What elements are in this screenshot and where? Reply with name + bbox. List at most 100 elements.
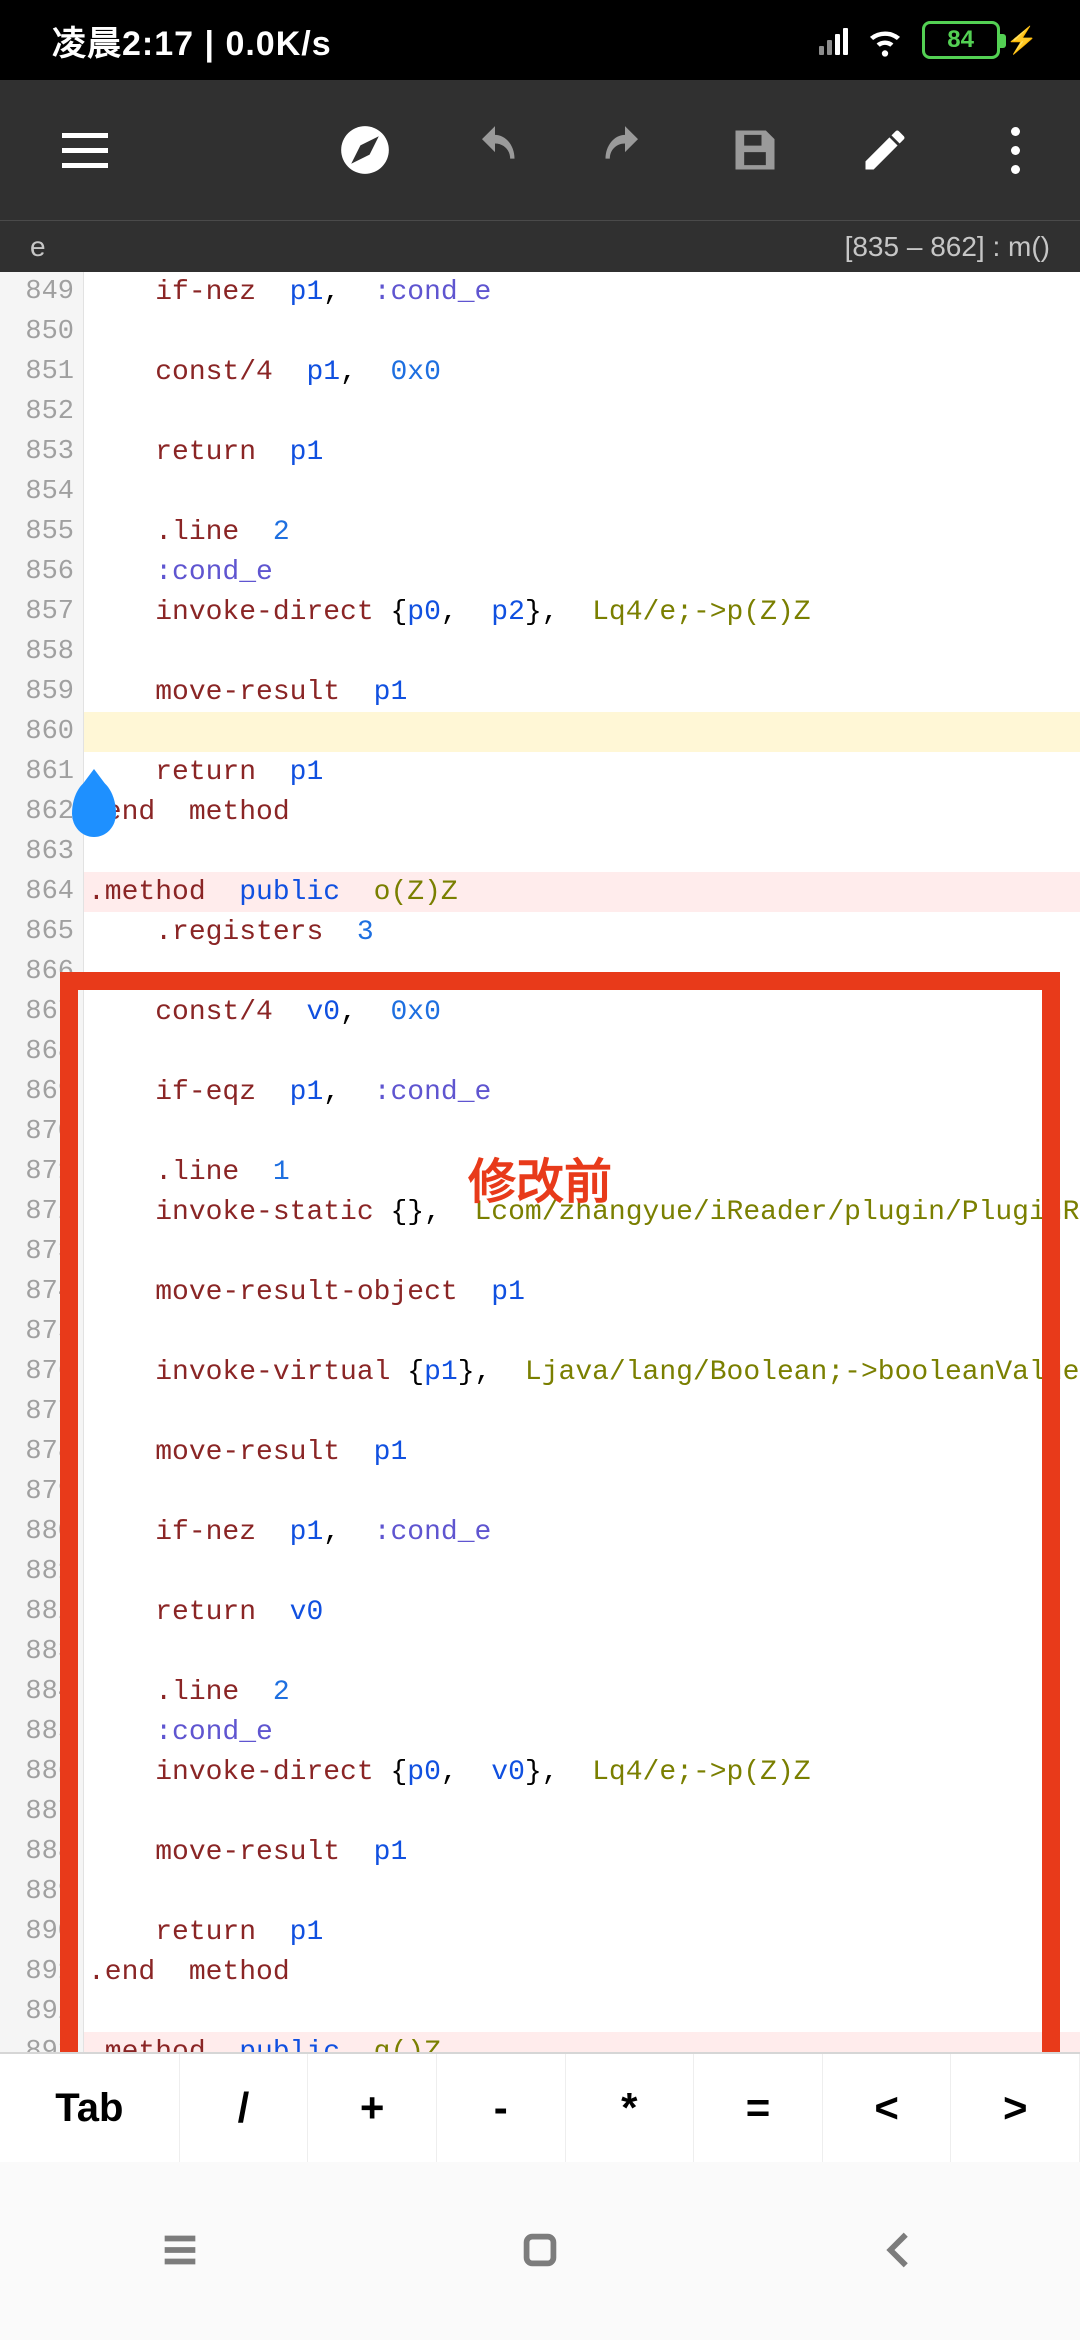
code-line[interactable]: 870 [0,1112,1080,1152]
more-icon [1011,127,1020,174]
code-line[interactable]: 857 invoke-direct {p0, p2}, Lq4/e;->p(Z)… [0,592,1080,632]
line-number: 887 [0,1797,84,1827]
code-text: return p1 [84,437,323,468]
code-line[interactable]: 865 .registers 3 [0,912,1080,952]
line-number: 853 [0,437,84,467]
line-number: 879 [0,1477,84,1507]
code-line[interactable]: 871 .line 1 [0,1152,1080,1192]
line-number: 877 [0,1397,84,1427]
battery-icon: 84 ⚡ [922,21,1038,59]
code-line[interactable]: 892 [0,1992,1080,2032]
line-number: 851 [0,357,84,387]
code-line[interactable]: 855 .line 2 [0,512,1080,552]
battery-percent: 84 [922,21,1000,59]
code-line[interactable]: 884 .line 2 [0,1672,1080,1712]
code-line[interactable]: 874 move-result-object p1 [0,1272,1080,1312]
line-range: [835 – 862] : m() [845,231,1050,263]
code-line[interactable]: 853 return p1 [0,432,1080,472]
code-line[interactable]: 882 return v0 [0,1592,1080,1632]
code-line[interactable]: 864.method public o(Z)Z [0,872,1080,912]
code-line[interactable]: 863 [0,832,1080,872]
line-number: 868 [0,1037,84,1067]
key--[interactable]: - [437,2054,566,2162]
home-button[interactable] [517,2227,563,2278]
undo-button[interactable] [430,80,560,220]
code-line[interactable]: 877 [0,1392,1080,1432]
line-number: 863 [0,837,84,867]
code-line[interactable]: 860 [0,712,1080,752]
code-line[interactable]: 886 invoke-direct {p0, v0}, Lq4/e;->p(Z)… [0,1752,1080,1792]
code-line[interactable]: 862.end method [0,792,1080,832]
line-number: 883 [0,1637,84,1667]
code-line[interactable]: 867 const/4 v0, 0x0 [0,992,1080,1032]
line-number: 884 [0,1677,84,1707]
recents-button[interactable] [157,2227,203,2278]
code-line[interactable]: 879 [0,1472,1080,1512]
code-text: if-nez p1, :cond_e [84,1517,491,1548]
code-line[interactable]: 883 [0,1632,1080,1672]
key-+[interactable]: + [308,2054,437,2162]
status-bar: 凌晨2:17 | 0.0K/s 84 ⚡ [0,0,1080,80]
code-line[interactable]: 869 if-eqz p1, :cond_e [0,1072,1080,1112]
code-line[interactable]: 850 [0,312,1080,352]
line-number: 876 [0,1357,84,1387]
navigate-button[interactable] [300,80,430,220]
edit-button[interactable] [820,80,950,220]
code-line[interactable]: 861 return p1 [0,752,1080,792]
code-text: return v0 [84,1597,323,1628]
save-button[interactable] [690,80,820,220]
code-line[interactable]: 888 move-result p1 [0,1832,1080,1872]
code-line[interactable]: 851 const/4 p1, 0x0 [0,352,1080,392]
code-line[interactable]: 852 [0,392,1080,432]
code-line[interactable]: 880 if-nez p1, :cond_e [0,1512,1080,1552]
code-editor[interactable]: 849 if-nez p1, :cond_e850851 const/4 p1,… [0,272,1080,2052]
code-text: :cond_e [84,1717,273,1748]
code-area[interactable]: 849 if-nez p1, :cond_e850851 const/4 p1,… [0,272,1080,2052]
code-line[interactable]: 859 move-result p1 [0,672,1080,712]
code-text: .line 2 [84,1677,290,1708]
key-/[interactable]: / [180,2054,309,2162]
key-tab[interactable]: Tab [0,2054,180,2162]
line-number: 893 [0,2037,84,2052]
code-line[interactable]: 878 move-result p1 [0,1432,1080,1472]
code-line[interactable]: 875 [0,1312,1080,1352]
code-line[interactable]: 890 return p1 [0,1912,1080,1952]
more-button[interactable] [970,80,1060,220]
status-icons: 84 ⚡ [819,21,1038,59]
code-line[interactable]: 872 invoke-static {}, Lcom/zhangyue/iRea… [0,1192,1080,1232]
code-line[interactable]: 866 [0,952,1080,992]
redo-button[interactable] [560,80,690,220]
menu-button[interactable] [20,80,150,220]
code-line[interactable]: 873 [0,1232,1080,1272]
code-line[interactable]: 891.end method [0,1952,1080,1992]
back-button[interactable] [877,2227,923,2278]
code-line[interactable]: 889 [0,1872,1080,1912]
status-time: 凌晨2:17 | 0.0K/s [52,16,332,65]
code-text: .method public o(Z)Z [84,877,458,908]
line-number: 874 [0,1277,84,1307]
code-line[interactable]: 881 [0,1552,1080,1592]
key-<[interactable]: < [823,2054,952,2162]
code-line[interactable]: 893.method public q()Z [0,2032,1080,2052]
key->[interactable]: > [951,2054,1080,2162]
key-*[interactable]: * [566,2054,695,2162]
code-text: .method public q()Z [84,2037,441,2053]
code-line[interactable]: 856 :cond_e [0,552,1080,592]
code-line[interactable]: 885 :cond_e [0,1712,1080,1752]
line-number: 849 [0,277,84,307]
line-number: 865 [0,917,84,947]
line-number: 852 [0,397,84,427]
signal-icon [819,25,848,55]
code-text: if-nez p1, :cond_e [84,277,491,308]
code-line[interactable]: 854 [0,472,1080,512]
line-number: 857 [0,597,84,627]
code-line[interactable]: 858 [0,632,1080,672]
code-line[interactable]: 868 [0,1032,1080,1072]
line-number: 867 [0,997,84,1027]
wifi-icon [866,21,904,59]
code-text: return p1 [84,1917,323,1948]
code-line[interactable]: 849 if-nez p1, :cond_e [0,272,1080,312]
code-line[interactable]: 887 [0,1792,1080,1832]
code-line[interactable]: 876 invoke-virtual {p1}, Ljava/lang/Bool… [0,1352,1080,1392]
key-=[interactable]: = [694,2054,823,2162]
